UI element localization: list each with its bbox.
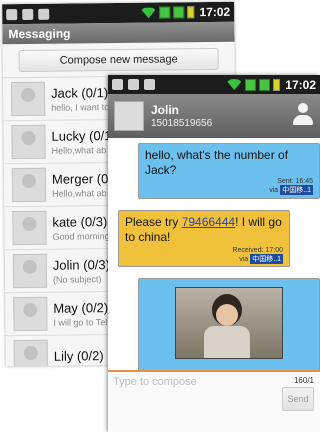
battery-icon: [187, 6, 195, 19]
status-time: 17:02: [199, 4, 231, 20]
contact-avatar: [12, 210, 47, 246]
sms-notification-icon: [112, 79, 123, 90]
status-bar: 17:02: [2, 1, 235, 25]
signal-icon: [159, 6, 171, 19]
contact-avatar: [13, 296, 48, 332]
sent-message-bubble[interactable]: hello, what's the number of Jack? Sent: …: [138, 143, 320, 199]
contact-person-icon[interactable]: [292, 103, 314, 127]
carrier-tag: 中国移..1: [250, 254, 283, 264]
received-message-bubble[interactable]: Please try 79466444! I will go to china!…: [118, 210, 290, 267]
contact-header: Jolin 15018519656: [108, 94, 320, 138]
compose-new-message-button[interactable]: Compose new message: [18, 47, 219, 72]
signal-icon: [245, 78, 257, 91]
contact-avatar: [11, 167, 47, 203]
battery-icon: [273, 78, 281, 91]
conversation-screen: 17:02 Jolin 15018519656 hello, what's th…: [108, 75, 320, 432]
wifi-icon: [227, 79, 242, 90]
compose-row: Compose new message: [2, 41, 235, 79]
status-time: 17:02: [285, 77, 316, 92]
compose-input[interactable]: Type to compose: [110, 374, 270, 392]
message-meta: Received: 17:00 via 中国移..1: [232, 247, 283, 264]
contact-avatar: [13, 339, 48, 367]
status-bar: 17:02: [108, 75, 320, 94]
usb-icon: [144, 79, 155, 90]
message-thread[interactable]: hello, what's the number of Jack? Sent: …: [108, 138, 320, 376]
via-label: via: [239, 256, 249, 263]
contact-name: Jolin: [151, 103, 180, 117]
phone-number-link[interactable]: 79466444: [182, 215, 235, 229]
message-status: Sent: 16:45: [277, 178, 313, 185]
contact-number: 15018519656: [151, 118, 213, 129]
contact-avatar: [11, 124, 46, 160]
message-text-part: Please try: [125, 215, 182, 229]
app-title: Messaging: [2, 21, 235, 45]
send-button[interactable]: Send: [282, 387, 314, 411]
usb-icon: [38, 8, 50, 20]
contact-avatar: [12, 253, 48, 289]
contact-avatar: [114, 101, 144, 131]
character-counter: 160/1: [293, 376, 314, 385]
signal-icon: [259, 78, 271, 91]
wifi-icon: [141, 7, 155, 18]
carrier-tag: 中国移..1: [280, 185, 313, 195]
message-text: Please try 79466444! I will go to china!: [125, 215, 283, 245]
attached-photo[interactable]: [175, 287, 283, 359]
android-notification-icon: [128, 79, 139, 90]
mms-message-bubble[interactable]: [138, 278, 320, 376]
signal-icon: [173, 6, 185, 19]
android-notification-icon: [22, 8, 34, 20]
contact-avatar: [10, 81, 46, 117]
via-label: via: [269, 187, 279, 194]
message-text: hello, what's the number of Jack?: [145, 148, 289, 177]
compose-bar: Type to compose 160/1 Send: [108, 370, 320, 432]
sms-notification-icon: [6, 8, 18, 20]
message-meta: Sent: 16:45 via 中国移..1: [269, 178, 313, 195]
message-status: Received: 17:00: [232, 247, 283, 254]
